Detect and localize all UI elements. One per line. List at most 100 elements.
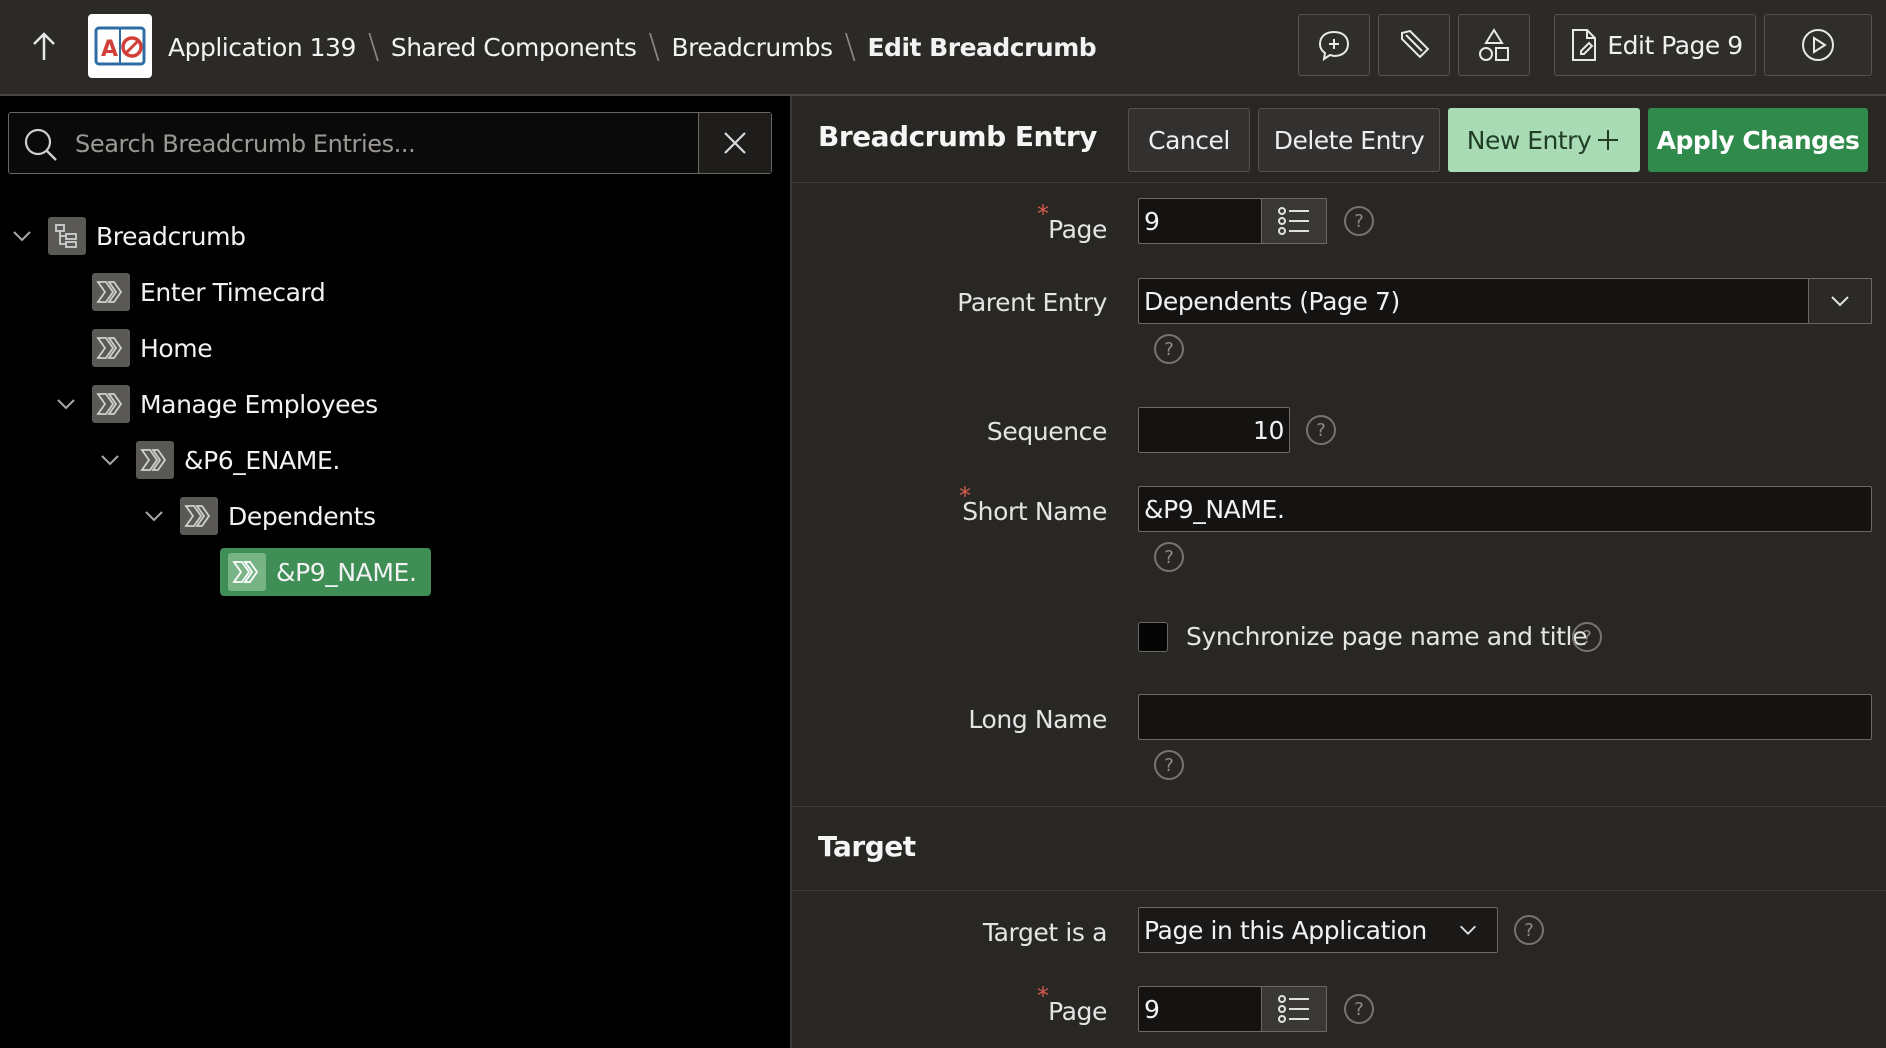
tree-node-label: Manage Employees [140,389,378,419]
breadcrumb-entry-icon [92,273,130,311]
short-name-input[interactable]: &P9_NAME. [1138,486,1872,532]
tree-node-dependents[interactable]: Dependents [145,492,376,540]
help-icon[interactable]: ? [1514,915,1544,945]
tree-node-label: &P6_ENAME. [184,445,340,475]
help-icon[interactable]: ? [1154,542,1184,572]
chevron-down-icon[interactable] [10,224,34,248]
breadcrumb: Application 139 \ Shared Components \ Br… [168,0,1097,94]
sequence-label-wrap: Sequence [792,408,1108,454]
long-name-label-wrap: Long Name [792,696,1107,742]
cancel-button[interactable]: Cancel [1128,108,1250,172]
long-name-input[interactable] [1138,694,1872,740]
run-page-button[interactable] [1764,14,1872,76]
breadcrumb-entry-icon [180,497,218,535]
tree-node-enter-timecard[interactable]: Enter Timecard [92,268,326,316]
chevron-down-icon[interactable] [142,504,166,528]
help-icon[interactable]: ? [1154,750,1184,780]
top-bar: A Application 139 \ Shared Components \ … [0,0,1886,96]
clear-search-button[interactable] [698,113,771,173]
chevron-down-icon[interactable] [98,448,122,472]
parent-entry-select[interactable]: Dependents (Page 7) [1138,278,1810,324]
page-lov-button[interactable] [1261,198,1327,244]
parent-entry-dropdown-button[interactable] [1808,278,1872,324]
chevron-down-icon [1831,296,1849,307]
edit-panel: Breadcrumb Entry Cancel Delete Entry New… [790,96,1886,1048]
new-entry-button[interactable]: New Entry [1448,108,1640,172]
target-type-label-wrap: Target is a [792,909,1108,955]
app-logo[interactable]: A [88,14,152,78]
short-name-label-wrap: * Short Name [792,482,1107,534]
section-divider [792,890,1886,891]
apply-changes-button[interactable]: Apply Changes [1648,108,1868,172]
shared-components-button[interactable] [1458,14,1530,76]
tree-node-label: Enter Timecard [140,277,326,307]
shared-components-icon [1479,28,1509,61]
target-page-input[interactable]: 9 [1138,986,1262,1032]
tree-node-home[interactable]: Home [92,324,213,372]
tree-node-label: &P9_NAME. [276,557,417,587]
help-icon[interactable]: ? [1344,206,1374,236]
panel-header: Breadcrumb Entry Cancel Delete Entry New… [792,96,1886,183]
breadcrumb-separator: \ [648,27,660,67]
help-icon[interactable]: ? [1306,415,1336,445]
parent-entry-label-wrap: Parent Entry [792,279,1107,325]
feedback-icon [1318,30,1350,62]
tree-node-p6-ename[interactable]: &P6_ENAME. [101,436,340,484]
target-section-title: Target [818,830,916,863]
breadcrumb-shared-components[interactable]: Shared Components [391,33,637,62]
panel-title: Breadcrumb Entry [818,120,1097,153]
breadcrumb-entry-icon [92,385,130,423]
close-icon [724,132,746,154]
long-name-label: Long Name [968,705,1107,734]
short-name-label: Short Name [962,497,1107,526]
tree-node-p9-name-selected[interactable]: &P9_NAME. [220,548,431,596]
delete-entry-button[interactable]: Delete Entry [1258,108,1440,172]
svg-text:A: A [101,37,118,62]
target-page-label-wrap: * Page [792,982,1107,1034]
tree-node-breadcrumb[interactable]: Breadcrumb [13,212,246,260]
list-icon [1278,995,1309,1023]
new-entry-label: New Entry [1466,125,1592,155]
edit-pencil-button[interactable] [1378,14,1450,76]
edit-page-label: Edit Page 9 [1607,30,1743,60]
target-page-label: Page [1048,997,1107,1026]
breadcrumb-separator: \ [844,27,856,67]
target-page-lov-button[interactable] [1261,986,1327,1032]
target-type-select[interactable]: Page in this Application [1138,907,1498,953]
tree-panel: Breadcrumb Enter Timecard Home Manage Em… [0,96,790,1048]
plus-icon [1598,130,1619,150]
page-label-wrap: * Page [792,200,1107,252]
breadcrumb-breadcrumbs[interactable]: Breadcrumbs [671,33,833,62]
parent-entry-label: Parent Entry [957,288,1107,317]
sequence-input[interactable]: 10 [1138,407,1290,453]
search-input[interactable] [73,123,697,165]
sequence-label: Sequence [986,417,1108,446]
arrow-up-icon[interactable] [26,26,62,66]
edit-pencil-icon [1401,29,1430,59]
target-type-value: Page in this Application [1144,915,1427,945]
page-label: Page [1048,215,1107,244]
page-input[interactable]: 9 [1138,198,1262,244]
page-icon [1572,29,1597,61]
edit-page-button[interactable]: Edit Page 9 [1554,14,1756,76]
breadcrumb-separator: \ [367,27,379,67]
help-icon[interactable]: ? [1344,994,1374,1024]
list-icon [1278,207,1309,235]
search-box [8,112,772,174]
feedback-button[interactable] [1298,14,1370,76]
tree-node-label: Dependents [228,501,376,531]
chevron-down-icon[interactable] [54,392,78,416]
breadcrumb-application[interactable]: Application 139 [168,33,356,62]
help-icon[interactable]: ? [1572,622,1602,652]
breadcrumb-tree-icon [48,217,86,255]
sync-name-title-label[interactable]: Synchronize page name and title [1186,622,1587,651]
breadcrumb-current: Edit Breadcrumb [867,32,1097,62]
chevron-down-icon [1460,925,1476,935]
target-type-label: Target is a [982,918,1108,947]
section-divider [792,806,1886,807]
sync-name-title-checkbox[interactable] [1138,622,1168,652]
run-play-icon [1802,29,1834,61]
search-icon [23,127,59,167]
tree-node-manage-employees[interactable]: Manage Employees [57,380,378,428]
help-icon[interactable]: ? [1154,334,1184,364]
